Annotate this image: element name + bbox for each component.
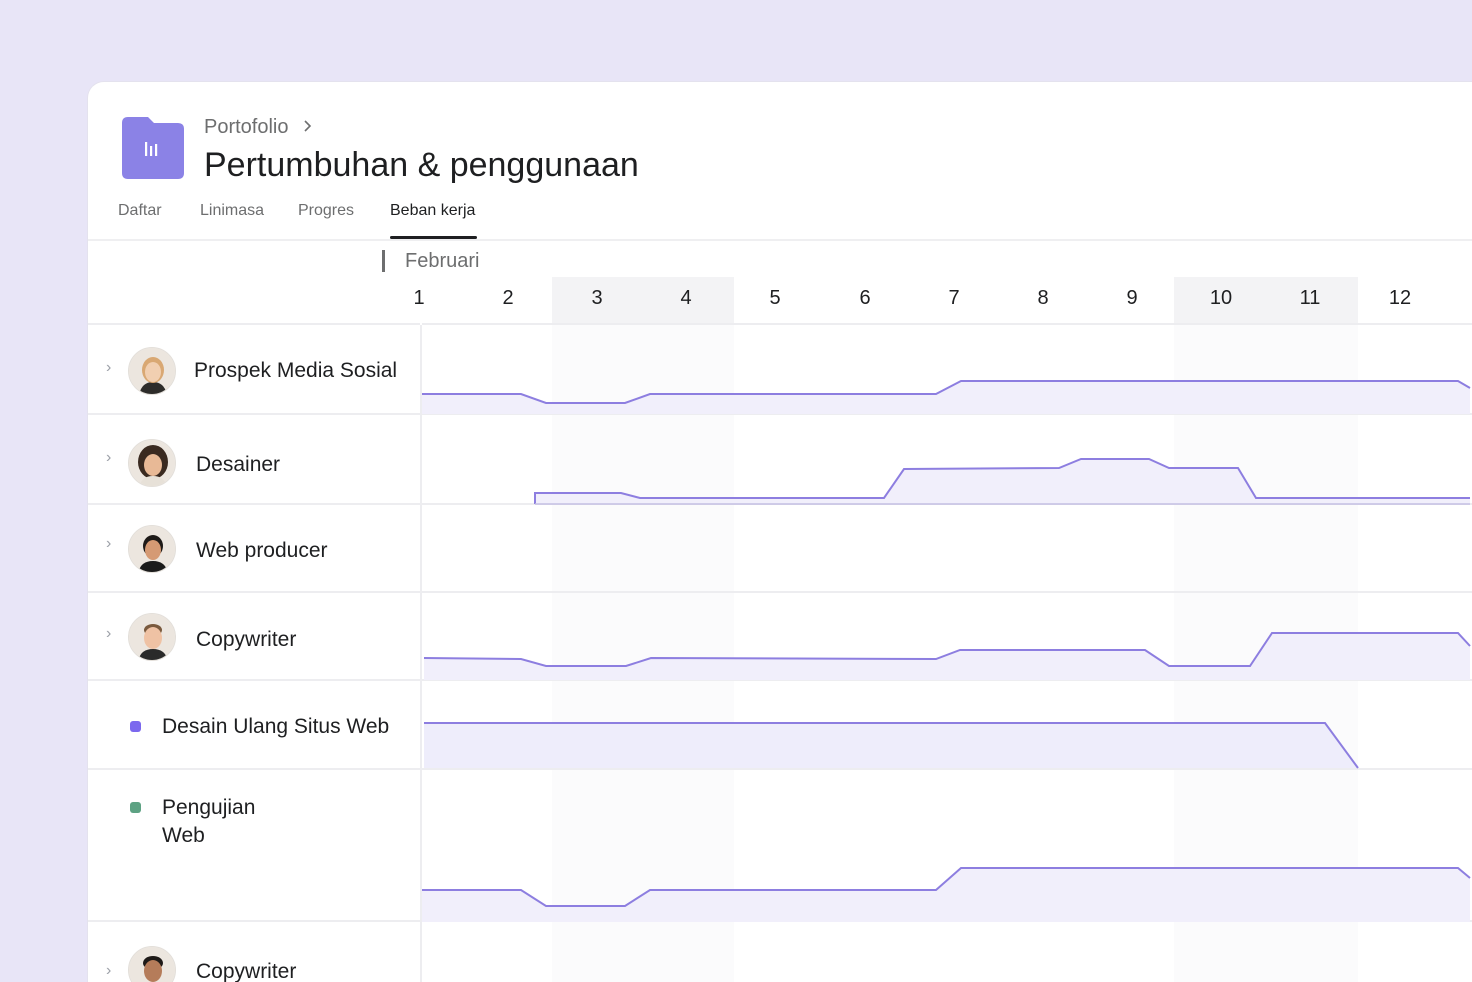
workload-row-person[interactable]: › Desainer	[88, 413, 420, 503]
row-label: Web producer	[196, 539, 328, 562]
chevron-right-icon[interactable]: ›	[106, 359, 111, 377]
row-label: Desainer	[196, 453, 281, 476]
workload-card: Portofolio Pertumbuhan & penggunaan Daft…	[88, 82, 1472, 982]
project-color-dot	[130, 802, 141, 813]
chevron-right-icon[interactable]: ›	[106, 625, 111, 643]
row-label: Prospek Media Sosial	[194, 359, 398, 382]
chevron-right-icon[interactable]: ›	[106, 962, 111, 980]
workload-area	[422, 381, 1470, 414]
workload-row-project[interactable]: Desain Ulang Situs Web	[88, 679, 420, 768]
row-label: Desain Ulang Situs Web	[162, 715, 390, 738]
workload-area	[424, 633, 1470, 680]
workload-row-person[interactable]: › Web producer	[88, 503, 420, 591]
avatar	[128, 946, 176, 982]
row-label: Copywriter	[196, 628, 297, 651]
row-label-line2: Web	[162, 824, 205, 847]
workload-area	[422, 868, 1470, 922]
workload-row-person[interactable]: › Copywriter	[88, 920, 420, 982]
workload-area	[424, 723, 1358, 768]
project-color-dot	[130, 721, 141, 732]
avatar	[128, 439, 176, 487]
chevron-right-icon[interactable]: ›	[106, 535, 111, 553]
workload-row-person[interactable]: › Copywriter	[88, 591, 420, 679]
row-label-line1: Pengujian	[162, 796, 256, 819]
avatar	[128, 525, 176, 573]
avatar	[128, 613, 176, 661]
column-divider	[420, 325, 422, 982]
workload-row-person[interactable]: › Prospek Media Sosial	[88, 323, 420, 413]
workload-row-project[interactable]: Pengujian Web	[88, 768, 420, 920]
avatar	[128, 347, 176, 395]
row-label: Copywriter	[196, 960, 297, 982]
chevron-right-icon[interactable]: ›	[106, 449, 111, 467]
